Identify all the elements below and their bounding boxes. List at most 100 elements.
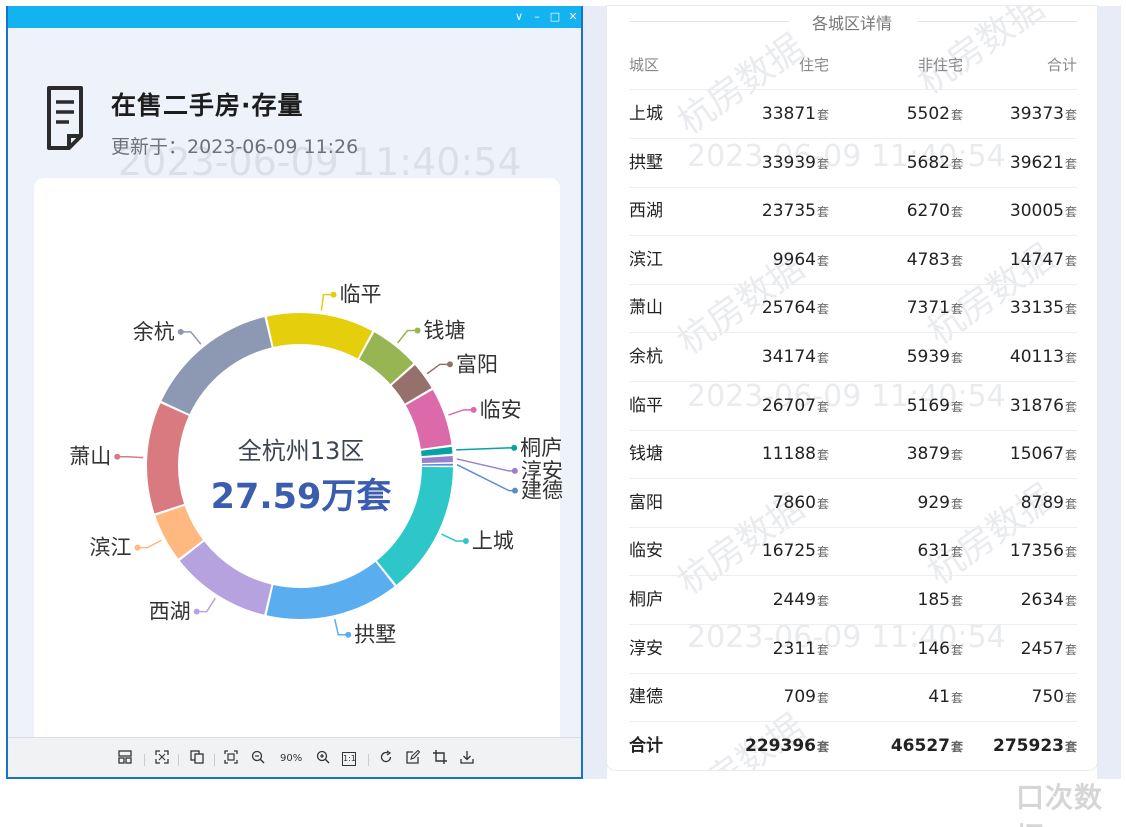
cell-residential-value: 16725 — [761, 541, 816, 562]
unit-label: 套 — [816, 253, 829, 268]
cell-total: 40113套 — [963, 333, 1077, 382]
unit-label: 套 — [816, 739, 829, 754]
unit-label: 套 — [950, 205, 963, 220]
table-row: 建德 709套 41套 750套 — [629, 673, 1077, 723]
cell-district: 建德 — [629, 673, 709, 722]
actual-size-icon[interactable]: 1:1 — [342, 752, 356, 766]
cell-non-residential-value: 5682 — [906, 152, 950, 173]
unit-label: 套 — [950, 253, 963, 268]
table-title: 各城区详情 — [811, 14, 892, 33]
donut-slice[interactable] — [266, 561, 395, 619]
minimize-icon[interactable]: – — [529, 9, 545, 25]
cell-district: 钱塘 — [629, 430, 709, 479]
toolbar-divider — [178, 754, 179, 766]
slice-label: 拱墅 — [354, 623, 396, 647]
table-row: 滨江 9964套 4783套 14747套 — [629, 236, 1077, 285]
unit-label: 套 — [816, 691, 829, 706]
unit-label: 套 — [816, 399, 829, 414]
cell-residential: 33871套 — [709, 90, 829, 139]
table-row: 临安 16725套 631套 17356套 — [629, 527, 1077, 577]
unit-label: 套 — [950, 302, 963, 317]
unit-label: 套 — [1064, 399, 1077, 414]
rotate-icon[interactable] — [377, 750, 395, 768]
zoom-in-icon[interactable] — [314, 750, 332, 768]
maximize-icon[interactable]: □ — [547, 9, 563, 25]
cell-total: 17356套 — [963, 527, 1077, 576]
donut-slice[interactable] — [266, 313, 373, 359]
unit-label: 套 — [1064, 691, 1077, 706]
cell-residential: 25764套 — [709, 284, 829, 333]
zoom-out-icon[interactable] — [249, 750, 267, 768]
cell-district: 富阳 — [629, 479, 709, 528]
window-titlebar[interactable]: ∨ – □ ✕ — [8, 6, 581, 28]
cell-total-value: 750 — [1031, 687, 1064, 708]
crop-icon[interactable] — [431, 750, 449, 768]
slice-label: 临安 — [480, 398, 522, 422]
cell-non-residential-value: 7371 — [906, 298, 950, 319]
edit-icon[interactable] — [404, 749, 422, 768]
cell-district-value: 滨江 — [629, 249, 663, 270]
leader-line — [456, 463, 515, 492]
zoom-level: 90% — [280, 753, 303, 764]
donut-slice[interactable] — [179, 541, 272, 615]
table-row: 上城 33871套 5502套 39373套 — [629, 90, 1077, 139]
table-total-row: 合计 229396套 46527套 275923套 — [629, 722, 1077, 770]
fullscreen-icon[interactable] — [153, 750, 171, 768]
cell-residential: 709套 — [709, 673, 829, 722]
cell-district-value: 富阳 — [629, 492, 663, 513]
donut-slice[interactable] — [146, 403, 189, 514]
table-row: 钱塘 11188套 3879套 15067套 — [629, 430, 1077, 480]
cell-residential-value: 7860 — [772, 492, 816, 513]
unit-label: 套 — [950, 108, 963, 122]
layout-icon[interactable] — [116, 750, 134, 768]
cell-total-value: 2457 — [1020, 638, 1064, 659]
right-edge-background — [1097, 6, 1121, 779]
close-icon[interactable]: ✕ — [565, 9, 581, 25]
unit-label: 套 — [1064, 253, 1077, 268]
download-icon[interactable] — [458, 750, 476, 768]
cell-residential-value: 11188 — [761, 444, 816, 465]
leader-dot — [511, 467, 518, 474]
unit-label: 套 — [816, 156, 829, 171]
cell-district: 余杭 — [629, 333, 709, 382]
cell-district-value: 临平 — [629, 395, 663, 416]
donut-slice[interactable] — [421, 446, 453, 457]
corner-logo: 口次数据 — [1016, 781, 1104, 827]
cell-residential: 33939套 — [709, 139, 829, 188]
header-total: 合计 — [1046, 56, 1077, 74]
fit-window-icon[interactable] — [222, 750, 240, 768]
toolbar-divider — [214, 754, 215, 766]
slice-label: 建德 — [521, 479, 563, 503]
header-residential: 住宅 — [798, 56, 829, 74]
donut-slice[interactable] — [421, 456, 453, 463]
cell-non-residential-value: 631 — [917, 541, 950, 562]
collapse-icon[interactable]: ∨ — [511, 9, 527, 25]
cell-district-value: 桐庐 — [629, 590, 663, 610]
cell-residential-value: 229396 — [745, 735, 816, 756]
cell-non-residential-value: 3879 — [906, 444, 950, 465]
table-row: 富阳 7860套 929套 8789套 — [629, 479, 1077, 528]
table-row: 萧山 25764套 7371套 33135套 — [629, 284, 1077, 334]
cell-residential: 23735套 — [709, 187, 829, 236]
cell-district-value: 临安 — [629, 541, 663, 562]
toolbar-divider — [368, 754, 369, 766]
cell-residential: 9964套 — [709, 236, 829, 285]
cell-district-value: 拱墅 — [629, 152, 663, 173]
cell-district: 萧山 — [629, 284, 709, 333]
unit-label: 套 — [1064, 496, 1077, 511]
leader-line — [334, 618, 349, 636]
cell-district: 合计 — [629, 722, 709, 770]
unit-label: 套 — [816, 496, 829, 511]
slice-label: 余杭 — [133, 320, 175, 344]
unit-label: 套 — [816, 594, 829, 608]
cell-non-residential: 4783套 — [829, 236, 963, 285]
cell-residential: 2449套 — [709, 576, 829, 625]
chart-center-label: 全杭州13区 — [237, 437, 365, 465]
leader-dot — [414, 327, 421, 334]
copy-icon[interactable] — [188, 750, 206, 768]
cell-district-value: 钱塘 — [629, 444, 663, 465]
unit-label: 套 — [816, 205, 829, 220]
leader-line — [456, 447, 515, 451]
cell-non-residential-value: 41 — [928, 687, 950, 708]
donut-slice[interactable] — [421, 463, 453, 466]
